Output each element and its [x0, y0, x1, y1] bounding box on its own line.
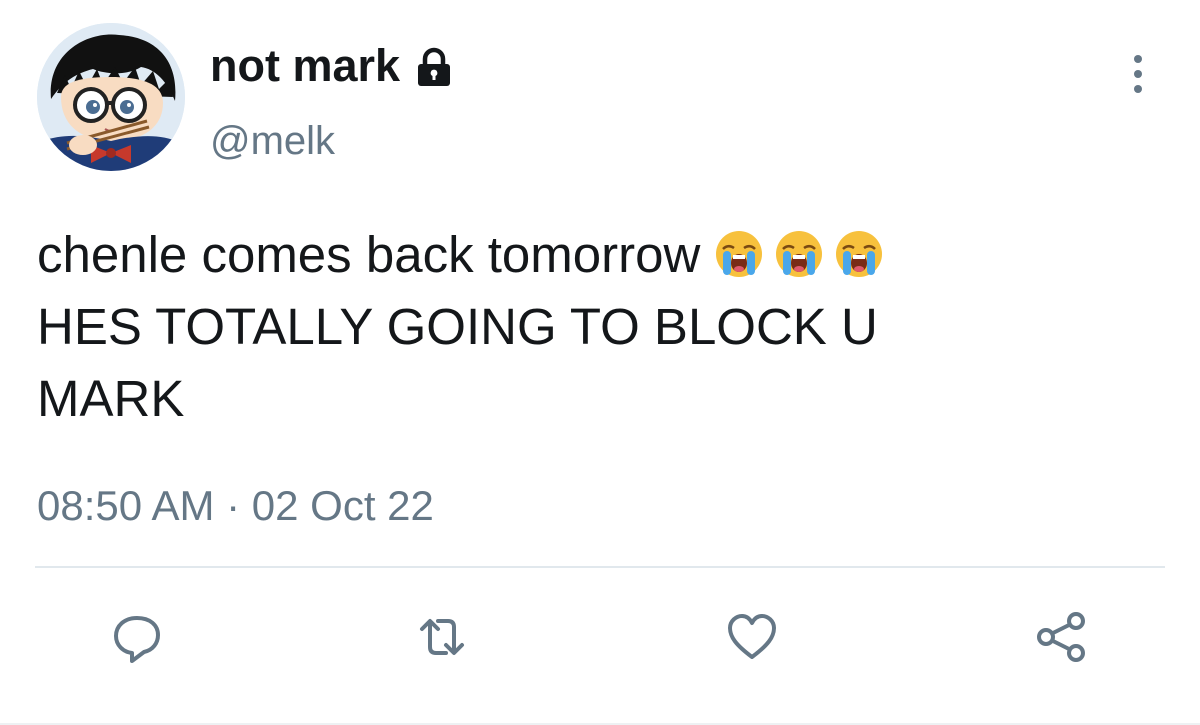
lock-icon	[418, 47, 451, 86]
loudly-crying-face-emoji	[836, 231, 883, 277]
share-button[interactable]	[1032, 607, 1092, 667]
tweet-text-line-1: chenle comes back tomorrow	[37, 219, 1147, 291]
avatar[interactable]	[37, 23, 185, 171]
author-handle[interactable]: @melk	[210, 117, 335, 165]
reply-icon	[114, 616, 160, 663]
loudly-crying-face-emoji	[776, 231, 823, 277]
tweet-text: chenle comes back tomorrow HES TOTALLY G…	[37, 219, 1147, 435]
emoji-group	[714, 229, 884, 279]
share-icon	[1037, 612, 1085, 662]
loudly-crying-face-emoji	[716, 231, 763, 277]
divider	[35, 566, 1165, 568]
reply-button[interactable]	[107, 607, 167, 667]
heart-icon	[728, 614, 776, 659]
tweet-timestamp[interactable]: 08:50 AM · 02 Oct 22	[37, 481, 434, 531]
tweet-text-line-1-text: chenle comes back tomorrow	[37, 226, 701, 283]
retweet-button[interactable]	[412, 607, 472, 667]
tweet-text-line-2: HES TOTALLY GOING TO BLOCK U	[37, 298, 878, 355]
display-name[interactable]: not mark	[210, 39, 400, 93]
author-name-row[interactable]: not mark	[210, 39, 456, 93]
tweet-text-line-3: MARK	[37, 370, 185, 427]
avatar-image	[37, 23, 185, 171]
retweet-icon	[420, 619, 464, 655]
more-options-icon[interactable]	[1128, 54, 1148, 94]
like-button[interactable]	[722, 607, 782, 667]
